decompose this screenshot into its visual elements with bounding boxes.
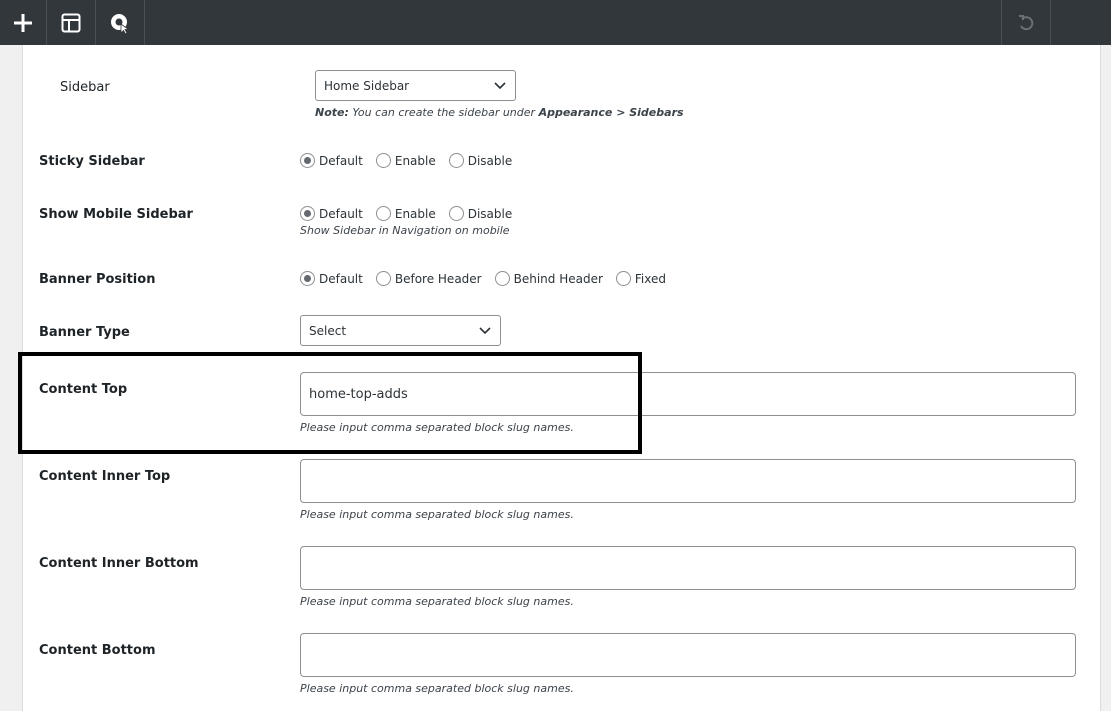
- content-top-help: Please input comma separated block slug …: [300, 421, 574, 434]
- content-inner-top-input[interactable]: [300, 459, 1076, 503]
- editor-toolbar: [0, 0, 1111, 45]
- radio-label: Default: [319, 153, 363, 168]
- radio-label: Default: [319, 206, 363, 221]
- content-bottom-input[interactable]: [300, 633, 1076, 677]
- sidebar-note-path: Appearance > Sidebars: [538, 106, 684, 119]
- radio-label: Default: [319, 271, 363, 286]
- radio-label: Behind Header: [513, 271, 603, 286]
- sidebar-note-prefix: Note:: [315, 106, 349, 119]
- content-inner-bottom-input[interactable]: [300, 546, 1076, 590]
- banner-position-radios: Default Before Header Behind Header Fixe…: [300, 271, 679, 286]
- chevron-down-icon: [494, 81, 506, 89]
- sidebar-label: Sidebar: [60, 80, 110, 95]
- sidebar-select[interactable]: Home Sidebar: [315, 70, 516, 101]
- sidebar-note-text: You can create the sidebar under: [348, 106, 539, 119]
- content-inner-top-help: Please input comma separated block slug …: [300, 508, 574, 521]
- banner-position-fixed-radio[interactable]: Fixed: [615, 271, 667, 286]
- radio-label: Enable: [394, 206, 436, 221]
- chevron-down-icon: [479, 326, 491, 334]
- mobile-sidebar-default-radio[interactable]: Default: [300, 206, 363, 221]
- sticky-sidebar-default-radio[interactable]: Default: [300, 153, 363, 168]
- sidebar-select-value: Home Sidebar: [324, 78, 410, 93]
- radio-label: Disable: [467, 206, 513, 221]
- show-mobile-sidebar-radios: Default Enable Disable: [300, 206, 525, 221]
- radio-icon: [494, 271, 510, 286]
- banner-type-select[interactable]: Select: [300, 315, 501, 346]
- radio-icon: [375, 153, 391, 168]
- radio-icon: [448, 153, 464, 168]
- radio-icon: [448, 206, 464, 221]
- radio-label: Before Header: [394, 271, 482, 286]
- radio-icon: [375, 271, 391, 286]
- content-top-label: Content Top: [39, 382, 128, 397]
- content-bottom-help: Please input comma separated block slug …: [300, 682, 574, 695]
- settings-panel: Sidebar Home Sidebar Note: You can creat…: [22, 45, 1101, 711]
- radio-checked-icon: [300, 271, 315, 286]
- content-inner-top-label: Content Inner Top: [39, 469, 171, 484]
- content-bottom-label: Content Bottom: [39, 643, 156, 658]
- radio-icon: [375, 206, 391, 221]
- mobile-sidebar-enable-radio[interactable]: Enable: [375, 206, 436, 221]
- content-inner-bottom-help: Please input comma separated block slug …: [300, 595, 574, 608]
- content-inner-bottom-label: Content Inner Bottom: [39, 556, 199, 571]
- radio-icon: [615, 271, 631, 286]
- plus-icon: [14, 13, 32, 32]
- banner-type-select-value: Select: [309, 323, 347, 338]
- banner-position-default-radio[interactable]: Default: [300, 271, 363, 286]
- content-top-input[interactable]: home-top-adds: [300, 372, 1076, 416]
- mobile-sidebar-disable-radio[interactable]: Disable: [448, 206, 513, 221]
- banner-position-behind-header-radio[interactable]: Behind Header: [494, 271, 603, 286]
- undo-button[interactable]: [1001, 0, 1051, 45]
- add-block-button[interactable]: [0, 0, 47, 45]
- radio-label: Fixed: [634, 271, 667, 286]
- banner-position-label: Banner Position: [39, 272, 156, 287]
- layout-button[interactable]: [47, 0, 96, 45]
- sidebar-note: Note: You can create the sidebar under A…: [315, 106, 684, 119]
- sticky-sidebar-enable-radio[interactable]: Enable: [375, 153, 436, 168]
- mobile-sidebar-help: Show Sidebar in Navigation on mobile: [300, 224, 510, 237]
- sticky-sidebar-disable-radio[interactable]: Disable: [448, 153, 513, 168]
- customize-button[interactable]: [96, 0, 145, 45]
- show-mobile-sidebar-label: Show Mobile Sidebar: [39, 207, 193, 222]
- undo-icon: [1019, 14, 1034, 30]
- sticky-sidebar-radios: Default Enable Disable: [300, 153, 525, 168]
- radio-label: Enable: [394, 153, 436, 168]
- customize-icon: [111, 13, 130, 35]
- radio-checked-icon: [300, 206, 315, 221]
- layout-icon: [61, 13, 81, 32]
- sticky-sidebar-label: Sticky Sidebar: [39, 154, 145, 169]
- banner-type-label: Banner Type: [39, 325, 130, 340]
- banner-position-before-header-radio[interactable]: Before Header: [375, 271, 482, 286]
- content-top-value: home-top-adds: [309, 386, 408, 402]
- radio-label: Disable: [467, 153, 513, 168]
- radio-checked-icon: [300, 153, 315, 168]
